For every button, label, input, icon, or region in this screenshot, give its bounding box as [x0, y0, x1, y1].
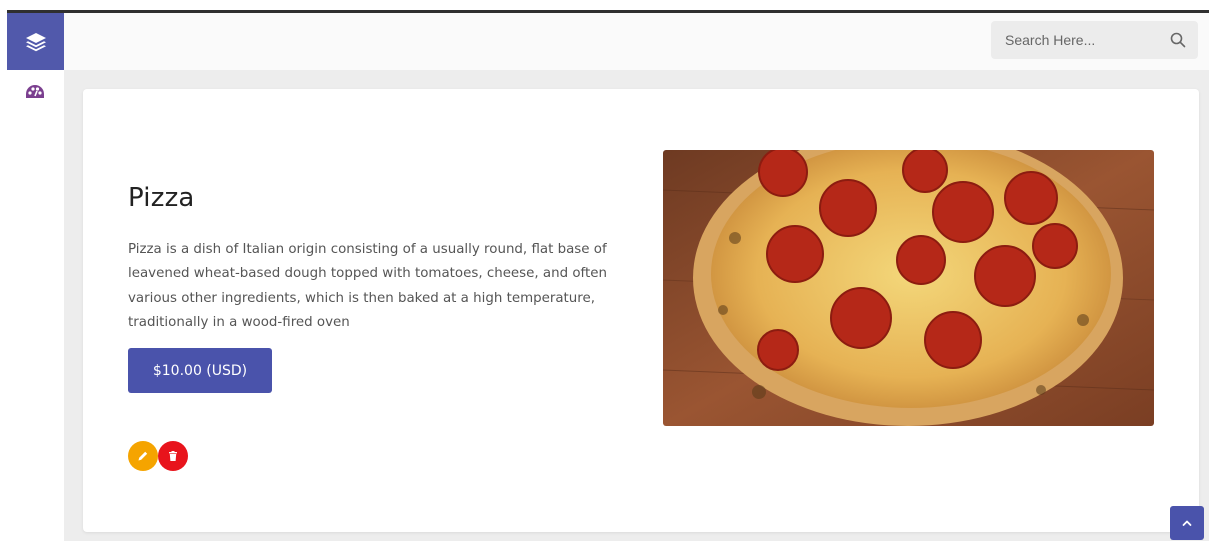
trash-icon: [169, 451, 177, 461]
product-description: Pizza is a dish of Italian origin consis…: [128, 242, 607, 331]
search-icon[interactable]: [1170, 32, 1186, 48]
layers-icon: [25, 32, 46, 51]
main-content: Pizza Pizza is a dish of Italian origin …: [64, 13, 1209, 541]
delete-button[interactable]: [158, 441, 188, 471]
scroll-to-top-button[interactable]: [1170, 506, 1204, 540]
product-image: [663, 150, 1154, 426]
product-card: Pizza Pizza is a dish of Italian origin …: [83, 89, 1199, 532]
palette-icon: [26, 85, 44, 98]
chevron-up-icon: [1182, 520, 1192, 526]
top-bar: [64, 13, 1209, 70]
pencil-icon: [138, 451, 148, 461]
sidebar-logo[interactable]: [7, 13, 64, 70]
sidebar: [7, 13, 64, 541]
search-box: [991, 21, 1198, 59]
price-button[interactable]: $10.00 (USD): [128, 348, 272, 393]
product-title: Pizza: [128, 183, 195, 213]
search-input[interactable]: [991, 21, 1161, 59]
edit-button[interactable]: [128, 441, 158, 471]
sidebar-item-dashboard[interactable]: [24, 83, 46, 101]
